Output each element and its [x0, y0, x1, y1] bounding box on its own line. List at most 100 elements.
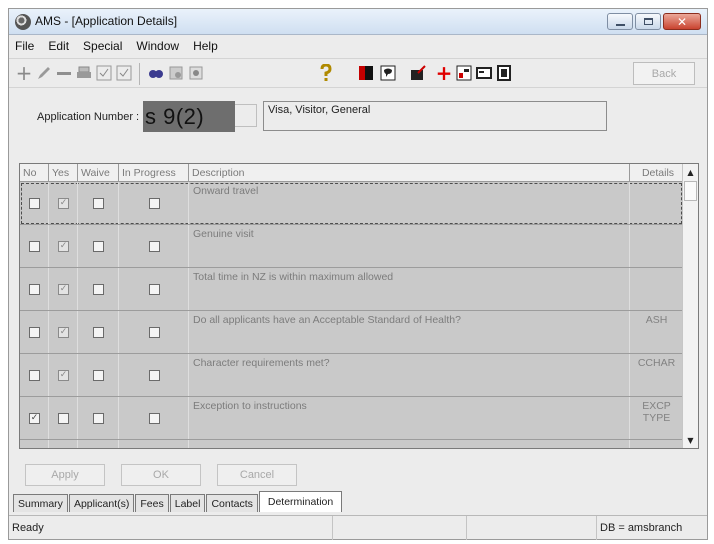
column-header-no[interactable]: No	[20, 164, 49, 182]
scroll-down-arrow-icon[interactable]: ▼	[683, 432, 698, 448]
waive-checkbox[interactable]	[93, 198, 104, 209]
in-progress-checkbox[interactable]	[148, 327, 160, 338]
toolbar-separator	[139, 63, 140, 85]
yes-checkbox[interactable]: ✓	[58, 284, 69, 295]
cell-details[interactable]: ASH	[630, 311, 683, 353]
table-row[interactable]: ✓ Character requirements met? CCHAR	[20, 354, 683, 397]
column-header-yes[interactable]: Yes	[49, 164, 78, 182]
cell	[119, 440, 189, 448]
edit-pencil-icon[interactable]	[35, 64, 53, 82]
tab-summary[interactable]: Summary	[13, 494, 68, 512]
application-type-field[interactable]: Visa, Visitor, General	[263, 101, 607, 131]
menu-window[interactable]: Window	[136, 39, 179, 53]
document-red-icon[interactable]	[357, 64, 375, 82]
no-checkbox[interactable]	[29, 327, 40, 338]
tab-determination[interactable]: Determination	[258, 491, 343, 512]
medical-cross-icon[interactable]: +	[435, 63, 453, 83]
folder-edit-icon[interactable]	[409, 64, 427, 82]
apply-button[interactable]: Apply	[25, 464, 105, 486]
card-icon[interactable]	[475, 64, 493, 82]
table-row[interactable]: ✓ Genuine visit	[20, 225, 683, 268]
cell-details[interactable]: EXCP TYPE	[630, 397, 683, 439]
close-button[interactable]: ✕	[663, 13, 701, 30]
column-header-waive[interactable]: Waive	[78, 164, 119, 182]
comment-bubble-icon[interactable]	[379, 64, 397, 82]
status-bar: Ready DB = amsbranch	[9, 515, 707, 540]
menu-edit[interactable]: Edit	[48, 39, 69, 53]
column-header-details[interactable]: Details	[630, 164, 683, 182]
tab-applicants[interactable]: Applicant(s)	[68, 494, 135, 512]
cell-no: ✓	[20, 397, 49, 439]
scrollbar-thumb[interactable]	[684, 181, 697, 201]
report-icon[interactable]	[455, 64, 473, 82]
search-binoculars-icon[interactable]	[147, 64, 165, 82]
vertical-scrollbar[interactable]: ▲ ▼	[682, 164, 698, 448]
menu-special[interactable]: Special	[83, 39, 122, 53]
menu-help[interactable]: Help	[193, 39, 218, 53]
application-number-suffix-field[interactable]	[235, 104, 257, 127]
no-checkbox[interactable]	[29, 370, 40, 381]
forms-icon[interactable]	[167, 64, 185, 82]
settings-icon[interactable]	[187, 64, 205, 82]
tab-contacts[interactable]: Contacts	[206, 494, 258, 512]
cell-details[interactable]: CCHAR	[630, 354, 683, 396]
yes-checkbox[interactable]: ✓	[58, 327, 69, 338]
no-checkbox[interactable]	[29, 198, 40, 209]
cell-details[interactable]	[630, 182, 683, 224]
remove-icon[interactable]	[55, 64, 73, 82]
yes-checkbox[interactable]	[58, 413, 69, 424]
cell-no	[20, 268, 49, 310]
no-checkbox[interactable]	[29, 241, 40, 252]
cell-in-progress	[119, 225, 189, 267]
tab-fees[interactable]: Fees	[135, 494, 169, 512]
cell-yes: ✓	[49, 225, 78, 267]
add-icon[interactable]: +	[15, 63, 33, 83]
in-progress-checkbox[interactable]	[148, 370, 160, 381]
check-icon[interactable]	[115, 64, 133, 82]
table-row[interactable]: ✓ Exception to instructions EXCP TYPE	[20, 397, 683, 440]
ok-button[interactable]: OK	[121, 464, 201, 486]
no-checkbox[interactable]	[29, 284, 40, 295]
table-row[interactable]: ✓ Do all applicants have an Acceptable St…	[20, 311, 683, 354]
waive-checkbox[interactable]	[93, 241, 104, 252]
no-checkbox[interactable]: ✓	[29, 413, 40, 424]
cell-in-progress	[119, 311, 189, 353]
back-button[interactable]: Back	[633, 62, 695, 85]
status-text: Ready	[9, 516, 333, 540]
yes-checkbox[interactable]: ✓	[58, 198, 69, 209]
maximize-button[interactable]	[635, 13, 661, 30]
print-icon[interactable]	[75, 64, 93, 82]
table-row[interactable]: ✓ Onward travel	[20, 182, 683, 225]
title-bar[interactable]: AMS - [Application Details] ✕	[9, 9, 707, 35]
table-row[interactable]	[20, 440, 683, 448]
minimize-icon	[615, 23, 625, 26]
column-header-description[interactable]: Description	[189, 164, 630, 182]
application-number-field[interactable]: s 9(2)	[143, 101, 235, 132]
yes-checkbox[interactable]: ✓	[58, 370, 69, 381]
cell-yes: ✓	[49, 311, 78, 353]
table-row[interactable]: ✓ Total time in NZ is within maximum allo…	[20, 268, 683, 311]
notes-icon[interactable]	[495, 64, 513, 82]
waive-checkbox[interactable]	[93, 327, 104, 338]
waive-checkbox[interactable]	[93, 284, 104, 295]
scroll-up-arrow-icon[interactable]: ▲	[683, 164, 698, 180]
cancel-button[interactable]: Cancel	[217, 464, 297, 486]
waive-checkbox[interactable]	[93, 370, 104, 381]
cell	[78, 440, 119, 448]
column-header-in-progress[interactable]: In Progress	[119, 164, 189, 182]
in-progress-checkbox[interactable]	[148, 284, 160, 295]
in-progress-checkbox[interactable]	[148, 198, 160, 209]
waive-checkbox[interactable]	[93, 413, 104, 424]
help-question-icon[interactable]	[317, 64, 335, 82]
cell-in-progress	[119, 354, 189, 396]
yes-checkbox[interactable]: ✓	[58, 241, 69, 252]
cell-details[interactable]	[630, 268, 683, 310]
cell-yes: ✓	[49, 182, 78, 224]
tab-label[interactable]: Label	[169, 494, 206, 512]
in-progress-checkbox[interactable]	[148, 413, 160, 424]
minimize-button[interactable]	[607, 13, 633, 30]
cell-details[interactable]	[630, 225, 683, 267]
check-x-icon[interactable]	[95, 64, 113, 82]
in-progress-checkbox[interactable]	[148, 241, 160, 252]
menu-file[interactable]: File	[15, 39, 34, 53]
